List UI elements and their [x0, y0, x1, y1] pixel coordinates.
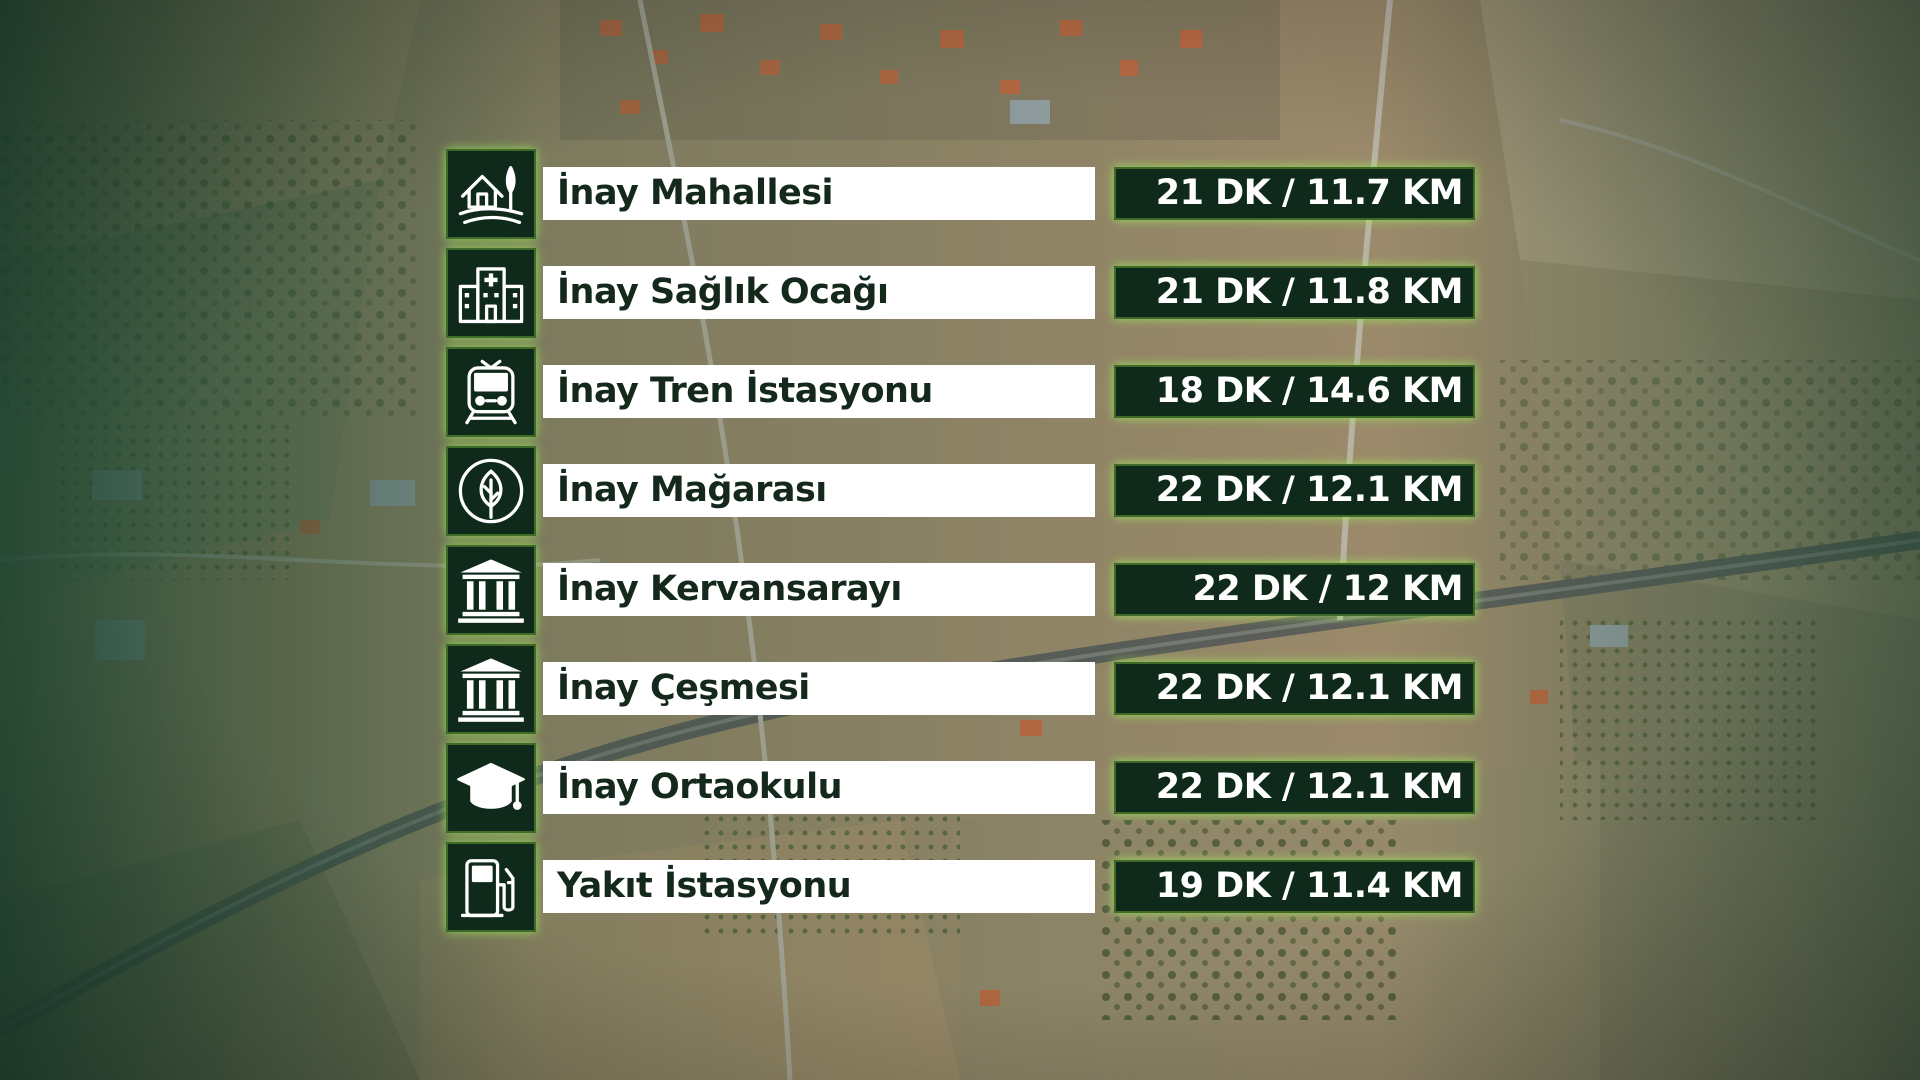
- travel-time-distance: 22 DK / 12.1 KM: [1114, 464, 1475, 517]
- location-name: Yakıt İstasyonu: [543, 860, 1095, 913]
- list-item: Yakıt İstasyonu 19 DK / 11.4 KM: [446, 842, 1475, 932]
- travel-time-distance: 18 DK / 14.6 KM: [1114, 365, 1475, 418]
- travel-time-distance: 22 DK / 12.1 KM: [1114, 761, 1475, 814]
- travel-time-distance: 21 DK / 11.8 KM: [1114, 266, 1475, 319]
- graduation-cap-icon: [446, 743, 536, 833]
- location-name: İnay Mağarası: [543, 464, 1095, 517]
- travel-time-distance: 22 DK / 12 KM: [1114, 563, 1475, 616]
- location-name: İnay Kervansarayı: [543, 563, 1095, 616]
- house-landscape-icon: [446, 149, 536, 239]
- hospital-icon: [446, 248, 536, 338]
- list-item: İnay Mağarası 22 DK / 12.1 KM: [446, 446, 1475, 536]
- travel-time-distance: 22 DK / 12.1 KM: [1114, 662, 1475, 715]
- location-name: İnay Mahallesi: [543, 167, 1095, 220]
- list-item: İnay Mahallesi 21 DK / 11.7 KM: [446, 149, 1475, 239]
- list-item: İnay Sağlık Ocağı 21 DK / 11.8 KM: [446, 248, 1475, 338]
- location-name: İnay Sağlık Ocağı: [543, 266, 1095, 319]
- list-item: İnay Ortaokulu 22 DK / 12.1 KM: [446, 743, 1475, 833]
- train-icon: [446, 347, 536, 437]
- location-name: İnay Ortaokulu: [543, 761, 1095, 814]
- fuel-pump-icon: [446, 842, 536, 932]
- travel-time-distance: 21 DK / 11.7 KM: [1114, 167, 1475, 220]
- list-item: İnay Kervansarayı 22 DK / 12 KM: [446, 545, 1475, 635]
- historic-building-icon: [446, 545, 536, 635]
- historic-building-icon: [446, 644, 536, 734]
- travel-time-distance: 19 DK / 11.4 KM: [1114, 860, 1475, 913]
- leaf-circle-icon: [446, 446, 536, 536]
- location-name: İnay Tren İstasyonu: [543, 365, 1095, 418]
- list-item: İnay Tren İstasyonu 18 DK / 14.6 KM: [446, 347, 1475, 437]
- list-item: İnay Çeşmesi 22 DK / 12.1 KM: [446, 644, 1475, 734]
- location-name: İnay Çeşmesi: [543, 662, 1095, 715]
